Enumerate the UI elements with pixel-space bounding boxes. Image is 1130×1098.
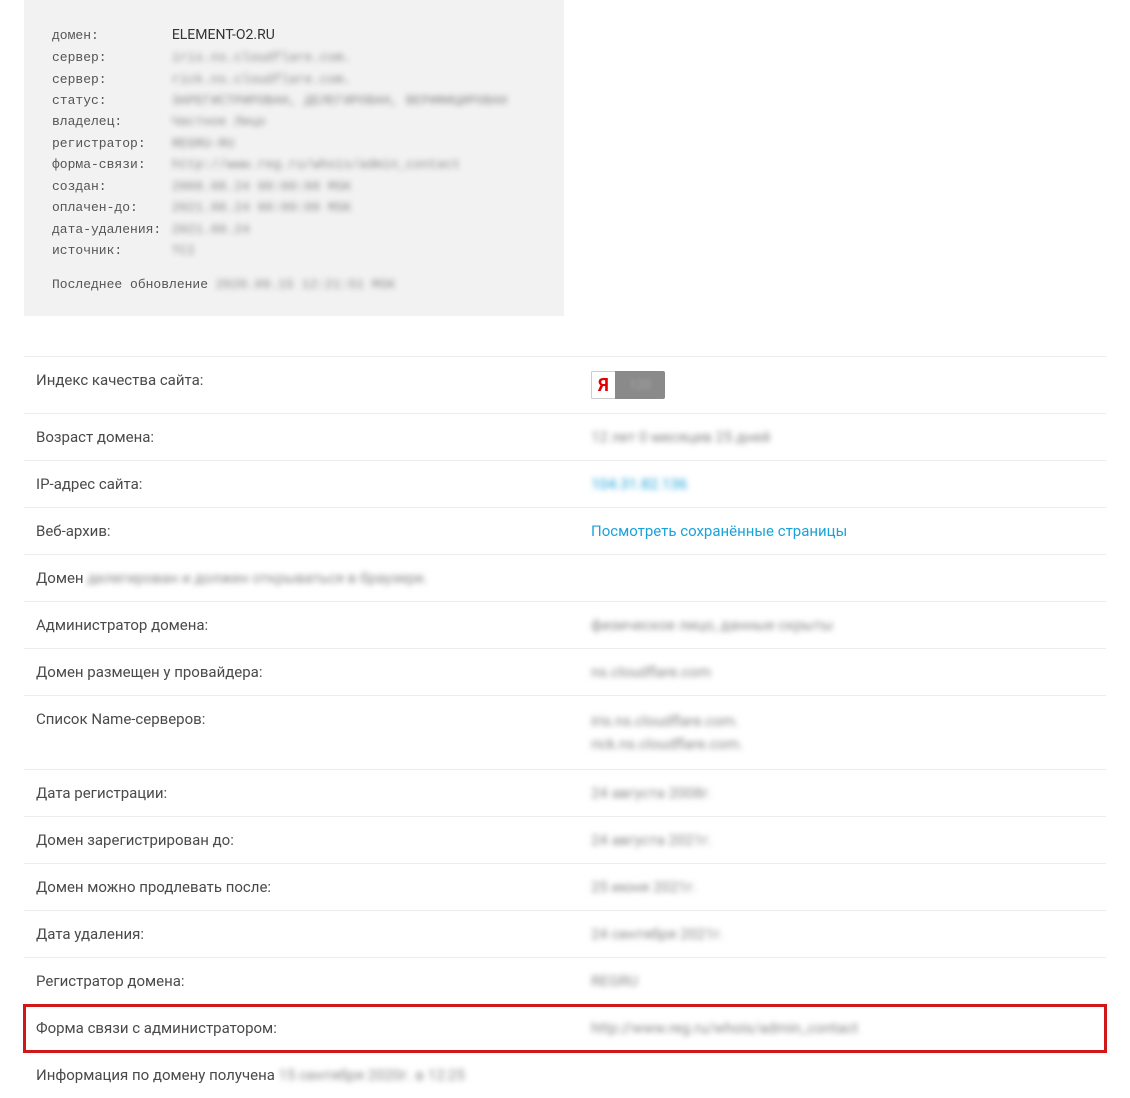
whois-value: iris.ns.cloudflare.com.	[172, 47, 351, 68]
yandex-icon: Я	[591, 371, 615, 399]
retrieved-rest: 15 сентября 2020г. в 12:25	[279, 1066, 465, 1084]
value-site-quality: Я 120	[591, 371, 1094, 399]
whois-update-label: Последнее обновление	[52, 277, 208, 292]
value-admin-contact-form: http://www.reg.ru/whois/admin_contact	[591, 1019, 1094, 1037]
value-deletion-date: 24 сентября 2021г.	[591, 925, 1094, 943]
label-registered-until: Домен зарегистрирован до:	[36, 831, 591, 849]
whois-row: источник: TCI	[52, 240, 536, 261]
row-admin: Администратор домена: физическое лицо, д…	[24, 602, 1106, 649]
label-deletion-date: Дата удаления:	[36, 925, 591, 943]
label-nameservers: Список Name-серверов:	[36, 710, 591, 728]
domain-info-list: Индекс качества сайта: Я 120 Возраст дом…	[24, 356, 1106, 1098]
whois-label: сервер:	[52, 69, 164, 90]
value-registration-date: 24 августа 2008г.	[591, 784, 1094, 802]
label-registrar: Регистратор домена:	[36, 972, 591, 990]
label-web-archive: Веб-архив:	[36, 522, 591, 540]
whois-label: сервер:	[52, 47, 164, 68]
whois-label: оплачен-до:	[52, 197, 164, 218]
row-deletion-date: Дата удаления: 24 сентября 2021г.	[24, 911, 1106, 958]
label-info-retrieved: Информация по домену получена 15 сентябр…	[36, 1066, 1094, 1084]
value-admin: физическое лицо, данные скрыты	[591, 616, 1094, 634]
whois-label: регистратор:	[52, 133, 164, 154]
label-renew-after: Домен можно продлевать после:	[36, 878, 591, 896]
archive-link[interactable]: Посмотреть сохранённые страницы	[591, 522, 847, 540]
whois-label: владелец:	[52, 111, 164, 132]
whois-value: rick.ns.cloudflare.com.	[172, 69, 351, 90]
row-info-retrieved: Информация по домену получена 15 сентябр…	[24, 1052, 1106, 1098]
label-provider: Домен размещен у провайдера:	[36, 663, 591, 681]
whois-row: статус: ЗАРЕГИСТРИРОВАН, ДЕЛЕГИРОВАН, ВЕ…	[52, 90, 536, 111]
whois-panel: домен: ELEMENT-O2.RU сервер: iris.ns.clo…	[24, 0, 564, 316]
whois-value: Частное Лицо	[172, 111, 266, 132]
delegated-rest: делегирован и должен открываться в брауз…	[87, 569, 427, 587]
whois-update-value: 2020.09.15 12:21:51 MSK	[216, 277, 395, 292]
row-registered-until: Домен зарегистрирован до: 24 августа 202…	[24, 817, 1106, 864]
row-delegated: Домен делегирован и должен открываться в…	[24, 555, 1106, 602]
whois-label: создан:	[52, 176, 164, 197]
whois-value: 2021.08.24 00:00:00 MSK	[172, 197, 351, 218]
whois-label: домен:	[52, 25, 164, 46]
value-registrar: REGRU	[591, 972, 1094, 990]
label-site-quality: Индекс качества сайта:	[36, 371, 591, 389]
whois-value: http://www.reg.ru/whois/admin_contact	[172, 154, 461, 175]
value-web-archive[interactable]: Посмотреть сохранённые страницы	[591, 522, 1094, 540]
yandex-score: 120	[615, 378, 665, 393]
row-domain-age: Возраст домена: 12 лет 0 месяцев 25 дней	[24, 414, 1106, 461]
value-renew-after: 25 июня 2021г.	[591, 878, 1094, 896]
value-registered-until: 24 августа 2021г.	[591, 831, 1094, 849]
label-domain-age: Возраст домена:	[36, 428, 591, 446]
value-domain-age: 12 лет 0 месяцев 25 дней	[591, 428, 1094, 446]
label-admin: Администратор домена:	[36, 616, 591, 634]
whois-label: дата-удаления:	[52, 219, 164, 240]
whois-value: 2008.08.24 00:00:00 MSK	[172, 176, 351, 197]
whois-row: сервер: iris.ns.cloudflare.com.	[52, 47, 536, 68]
whois-row: создан: 2008.08.24 00:00:00 MSK	[52, 176, 536, 197]
row-ip-address: IP-адрес сайта: 104.31.82.136	[24, 461, 1106, 508]
row-admin-contact-form: Форма связи с администратором: http://ww…	[24, 1005, 1106, 1052]
whois-row: оплачен-до: 2021.08.24 00:00:00 MSK	[52, 197, 536, 218]
label-ip-address: IP-адрес сайта:	[36, 475, 591, 493]
row-nameservers: Список Name-серверов: iris.ns.cloudflare…	[24, 696, 1106, 770]
value-ip-address[interactable]: 104.31.82.136	[591, 475, 1094, 493]
row-provider: Домен размещен у провайдера: ns.cloudfla…	[24, 649, 1106, 696]
whois-value: 2021.09.24	[172, 219, 250, 240]
row-web-archive: Веб-архив: Посмотреть сохранённые страни…	[24, 508, 1106, 555]
whois-last-update: Последнее обновление 2020.09.15 12:21:51…	[52, 277, 536, 292]
whois-label: статус:	[52, 90, 164, 111]
whois-value: ЗАРЕГИСТРИРОВАН, ДЕЛЕГИРОВАН, ВЕРИФИЦИРО…	[172, 90, 507, 111]
value-nameservers: iris.ns.cloudflare.com. rick.ns.cloudfla…	[591, 710, 1094, 755]
whois-value: REGRU-RU	[172, 133, 234, 154]
whois-row: дата-удаления: 2021.09.24	[52, 219, 536, 240]
whois-label: форма-связи:	[52, 154, 164, 175]
whois-row: форма-связи: http://www.reg.ru/whois/adm…	[52, 154, 536, 175]
whois-row: сервер: rick.ns.cloudflare.com.	[52, 69, 536, 90]
yandex-quality-badge[interactable]: Я 120	[591, 371, 665, 399]
row-registration-date: Дата регистрации: 24 августа 2008г.	[24, 770, 1106, 817]
label-admin-contact-form: Форма связи с администратором:	[36, 1019, 591, 1037]
label-delegated: Домен делегирован и должен открываться в…	[36, 569, 1094, 587]
label-registration-date: Дата регистрации:	[36, 784, 591, 802]
whois-label: источник:	[52, 240, 164, 261]
whois-row: регистратор: REGRU-RU	[52, 133, 536, 154]
whois-row-domain: домен: ELEMENT-O2.RU	[52, 24, 536, 47]
row-registrar: Регистратор домена: REGRU	[24, 958, 1106, 1005]
whois-value-domain: ELEMENT-O2.RU	[172, 24, 275, 47]
value-provider: ns.cloudflare.com	[591, 663, 1094, 681]
whois-row: владелец: Частное Лицо	[52, 111, 536, 132]
row-renew-after: Домен можно продлевать после: 25 июня 20…	[24, 864, 1106, 911]
whois-value: TCI	[172, 240, 195, 261]
whois-rows: домен: ELEMENT-O2.RU сервер: iris.ns.clo…	[52, 24, 536, 261]
row-site-quality: Индекс качества сайта: Я 120	[24, 356, 1106, 414]
